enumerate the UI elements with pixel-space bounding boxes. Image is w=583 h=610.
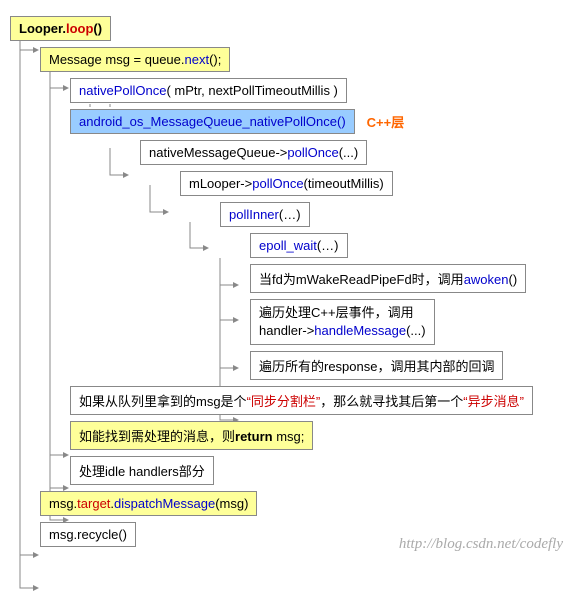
text: handleMessage — [314, 323, 406, 338]
text: msg. — [49, 496, 77, 511]
text: 遍历所有的response，调用其内部的回调 — [259, 359, 494, 374]
text: () — [93, 21, 102, 36]
text: (); — [209, 52, 221, 67]
looper-loop-header: Looper.loop() — [10, 16, 111, 41]
text: (timeoutMillis) — [304, 176, 384, 191]
text: pollOnce — [287, 145, 338, 160]
text: Message msg = queue. — [49, 52, 185, 67]
recycle-box: msg.recycle() — [40, 522, 136, 547]
queue-next-box: Message msg = queue.next(); — [40, 47, 230, 72]
text: ( mPtr, nextPollTimeoutMillis ) — [166, 83, 337, 98]
mlooper-pollonce-box: mLooper->pollOnce(timeoutMillis) — [180, 171, 393, 196]
cpp-layer-label: C++层 — [367, 112, 405, 131]
text: (msg) — [215, 496, 248, 511]
text: (…) — [279, 207, 301, 222]
text: () — [509, 272, 518, 287]
text: (...) — [339, 145, 359, 160]
text: 当fd为mWakeReadPipeFd时，调用 — [259, 272, 464, 287]
text: (…) — [317, 238, 339, 253]
text: 处理idle handlers部分 — [79, 464, 205, 479]
text: epoll_wait — [259, 238, 317, 253]
text: android_os_MessageQueue_nativePollOnce() — [79, 114, 346, 129]
epoll-wait-box: epoll_wait(…) — [250, 233, 348, 258]
text: mLooper-> — [189, 176, 252, 191]
text: “同步分割栏” — [247, 394, 321, 409]
text: (...) — [406, 323, 426, 338]
text: loop — [66, 21, 93, 36]
android-jni-box: android_os_MessageQueue_nativePollOnce() — [70, 109, 355, 134]
response-box: 遍历所有的response，调用其内部的回调 — [250, 351, 503, 380]
text: msg; — [273, 429, 305, 444]
text: 如能找到需处理的消息，则 — [79, 429, 235, 444]
text: 如果从队列里拿到的msg是个 — [79, 394, 247, 409]
idle-handlers-box: 处理idle handlers部分 — [70, 456, 214, 485]
text: next — [185, 52, 210, 67]
pollinner-box: pollInner(…) — [220, 202, 310, 227]
text: Looper. — [19, 21, 66, 36]
text: pollInner — [229, 207, 279, 222]
handler-message-box: 遍历处理C++层事件，调用 handler->handleMessage(...… — [250, 299, 435, 345]
dispatch-message-box: msg.target.dispatchMessage(msg) — [40, 491, 257, 516]
text: msg.recycle() — [49, 527, 127, 542]
sync-barrier-box: 如果从队列里拿到的msg是个“同步分割栏”，那么就寻找其后第一个“异步消息” — [70, 386, 533, 415]
watermark: http://blog.csdn.net/codefly — [399, 536, 563, 553]
text: handler-> — [259, 323, 314, 338]
native-poll-once-box: nativePollOnce( mPtr, nextPollTimeoutMil… — [70, 78, 347, 103]
text: 遍历处理C++层事件，调用 — [259, 305, 414, 320]
text: nativeMessageQueue-> — [149, 145, 287, 160]
text: awoken — [464, 272, 509, 287]
text: dispatchMessage — [114, 496, 215, 511]
text: pollOnce — [252, 176, 303, 191]
return-msg-box: 如能找到需处理的消息，则return msg; — [70, 421, 313, 450]
text: return — [235, 429, 273, 444]
text: nativePollOnce — [79, 83, 166, 98]
text: target — [77, 496, 110, 511]
awoken-box: 当fd为mWakeReadPipeFd时，调用awoken() — [250, 264, 526, 293]
native-mq-pollonce-box: nativeMessageQueue->pollOnce(...) — [140, 140, 367, 165]
text: ，那么就寻找其后第一个 — [320, 394, 463, 409]
text: “异步消息” — [463, 394, 524, 409]
